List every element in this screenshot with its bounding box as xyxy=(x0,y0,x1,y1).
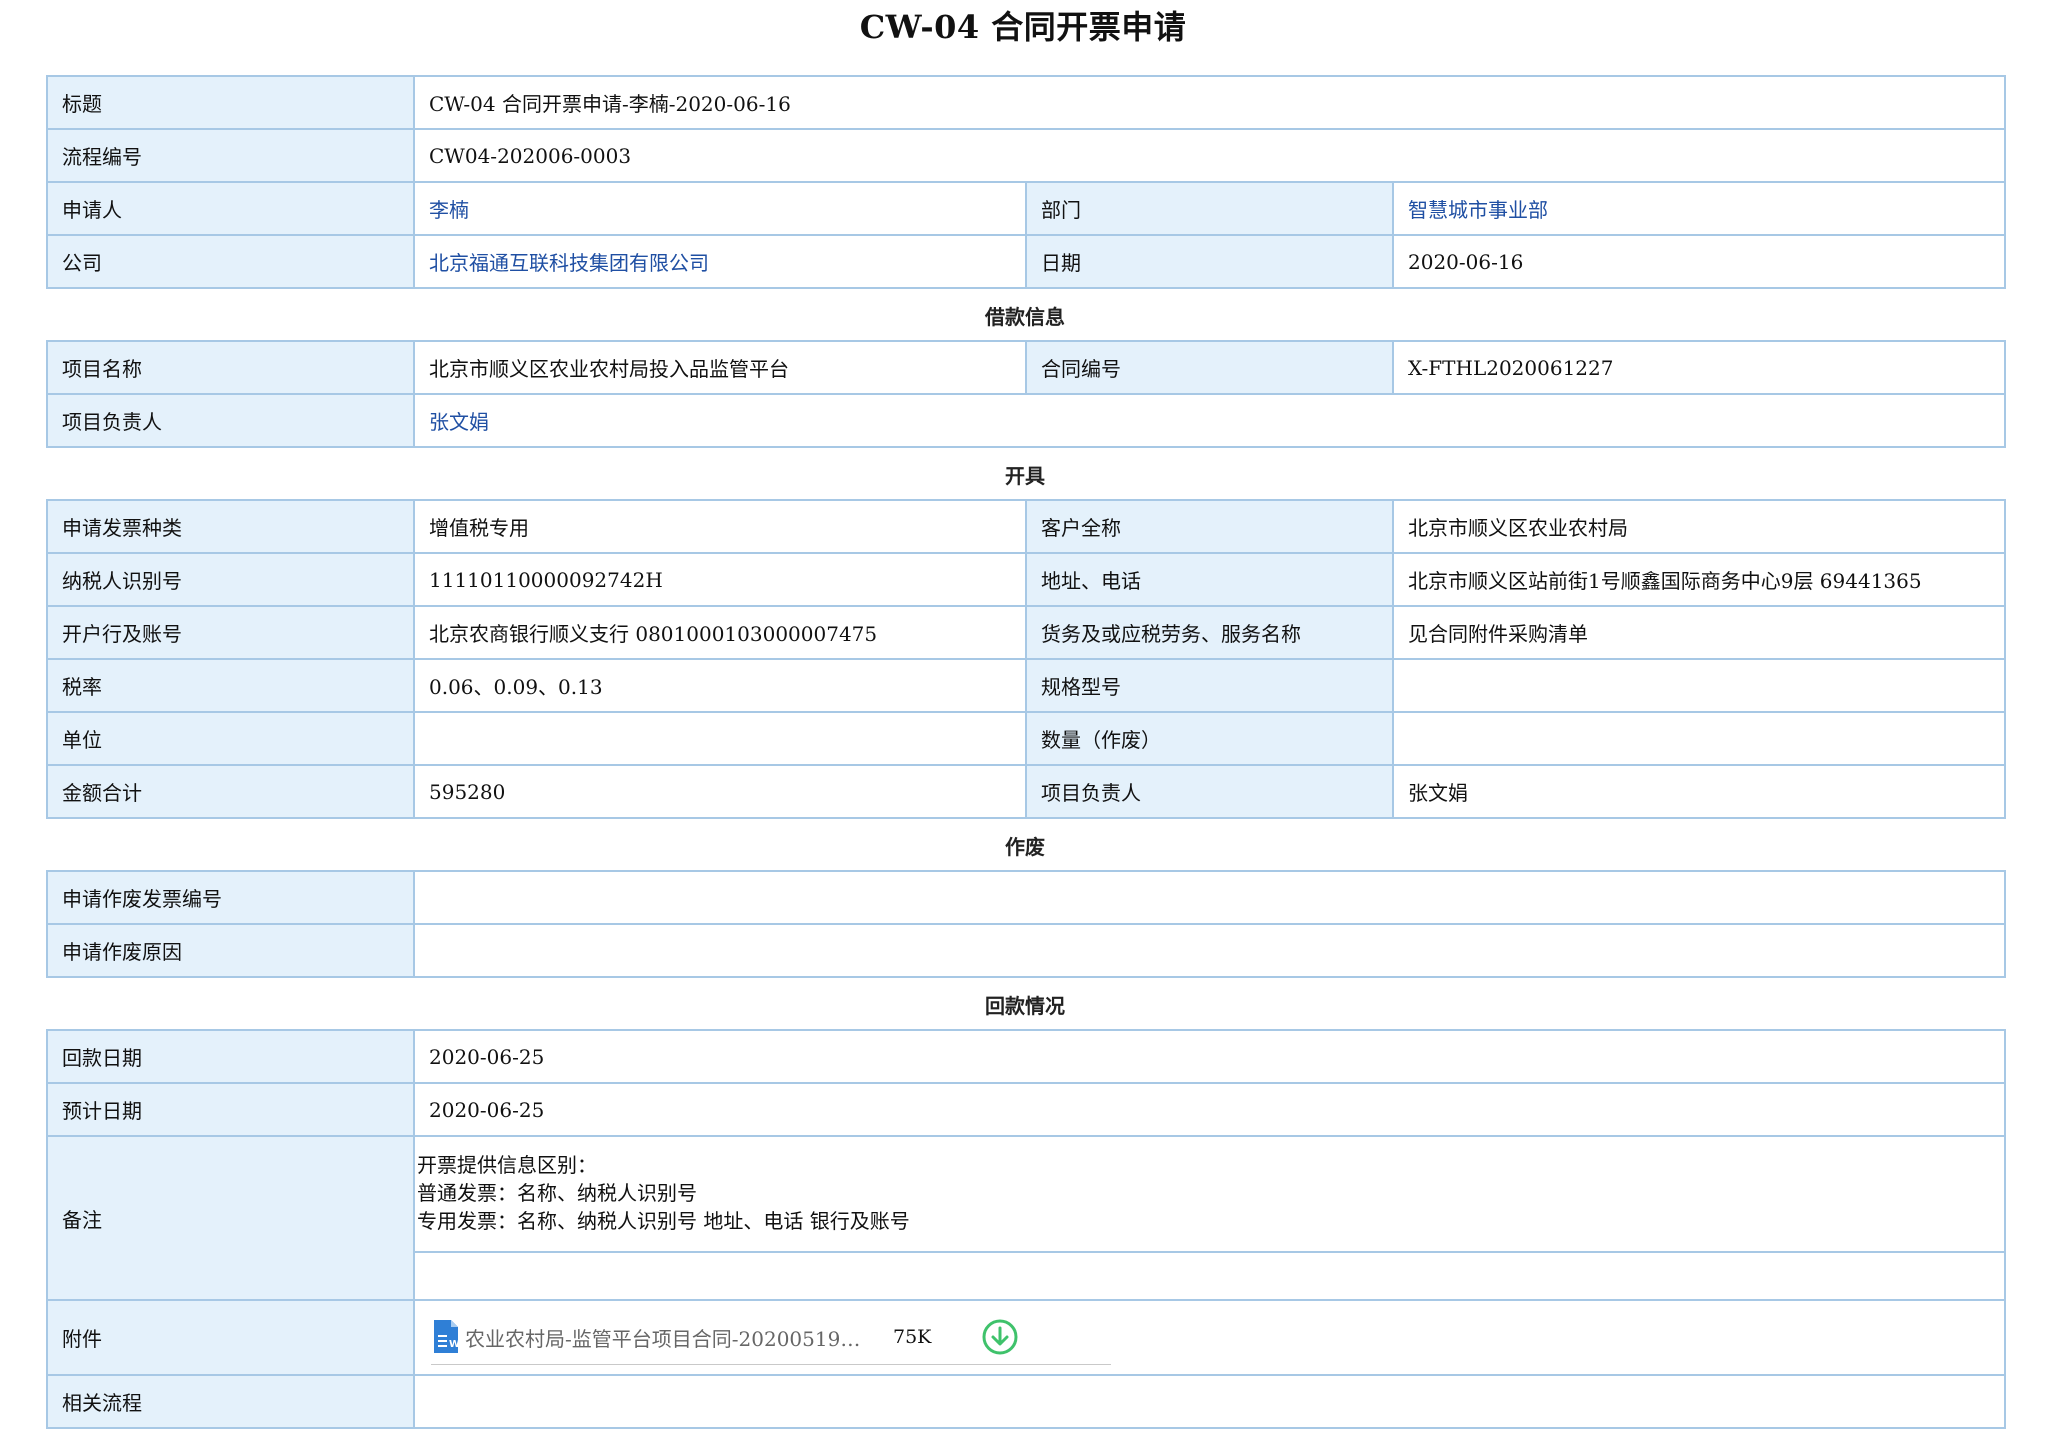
attachment-label: 附件 xyxy=(46,1299,415,1376)
spec-model-value xyxy=(1392,658,2006,713)
section-title-issue: 开具 xyxy=(1005,464,1045,488)
section-title-loan: 借款信息 xyxy=(985,305,1065,329)
svg-text:W: W xyxy=(449,1339,460,1350)
word-document-icon: W xyxy=(434,1320,460,1353)
project-owner-label: 项目负责人 xyxy=(46,393,415,448)
table-row: 项目负责人 张文娟 xyxy=(46,393,2006,448)
table-row: 相关流程 xyxy=(46,1374,2006,1429)
remark-line: 专用发票：名称、纳税人识别号 地址、电话 银行及账号 xyxy=(417,1209,910,1233)
flow-no-label: 流程编号 xyxy=(46,128,415,183)
section-title-void: 作废 xyxy=(1005,835,1045,859)
attachment-file-size: 75K xyxy=(893,1326,932,1348)
void-invoice-no-value xyxy=(413,870,2006,925)
date-label: 日期 xyxy=(1025,234,1394,289)
quantity-value xyxy=(1392,711,2006,766)
table-row: 回款日期 2020-06-25 xyxy=(46,1029,2006,1084)
page-title: CW-04 合同开票申请 xyxy=(859,8,1187,46)
void-invoice-no-label: 申请作废发票编号 xyxy=(46,870,415,925)
amount-total-value: 595280 xyxy=(413,764,1027,819)
company-label: 公司 xyxy=(46,234,415,289)
spec-model-label: 规格型号 xyxy=(1025,658,1394,713)
dept-label: 部门 xyxy=(1025,181,1394,236)
quantity-label: 数量（作废） xyxy=(1025,711,1394,766)
unit-value xyxy=(413,711,1027,766)
applicant-label: 申请人 xyxy=(46,181,415,236)
remark-line: 开票提供信息区别： xyxy=(417,1153,597,1177)
table-row: 金额合计 595280 项目负责人 张文娟 xyxy=(46,764,2006,819)
table-row: 纳税人识别号 11110110000092742H 地址、电话 北京市顺义区站前… xyxy=(46,552,2006,607)
goods-service-label: 货务及或应税劳务、服务名称 xyxy=(1025,605,1394,660)
table-row: 申请作废发票编号 xyxy=(46,870,2006,925)
remark-cell: 开票提供信息区别： 普通发票：名称、纳税人识别号 专用发票：名称、纳税人识别号 … xyxy=(413,1135,2006,1301)
project-owner-link[interactable]: 张文娟 xyxy=(429,410,489,434)
table-row: 单位 数量（作废） xyxy=(46,711,2006,766)
bank-account-value: 北京农商银行顺义支行 0801000103000007475 xyxy=(413,605,1027,660)
applicant-link[interactable]: 李楠 xyxy=(429,198,469,222)
contract-no-label: 合同编号 xyxy=(1025,340,1394,395)
issue-owner-value: 张文娟 xyxy=(1392,764,2006,819)
issue-table: 申请发票种类 增值税专用 客户全称 北京市顺义区农业农村局 纳税人识别号 111… xyxy=(46,499,2006,819)
table-row: 流程编号 CW04-202006-0003 xyxy=(46,128,2007,183)
unit-label: 单位 xyxy=(46,711,415,766)
client-name-label: 客户全称 xyxy=(1025,499,1394,554)
table-row: 公司 北京福通互联科技集团有限公司 日期 2020-06-16 xyxy=(46,234,2007,289)
basic-info-table: 标题 CW-04 合同开票申请-李楠-2020-06-16 流程编号 CW04-… xyxy=(46,75,2007,289)
table-row: 申请人 李楠 部门 智慧城市事业部 xyxy=(46,181,2007,236)
attachment-cell: W 农业农村局-监管平台项目合同-20200519-北... 75K xyxy=(413,1299,2006,1376)
payment-date-value: 2020-06-25 xyxy=(413,1029,2006,1084)
table-row: 申请作废原因 xyxy=(46,923,2006,978)
dept-link[interactable]: 智慧城市事业部 xyxy=(1408,198,1548,222)
address-phone-label: 地址、电话 xyxy=(1025,552,1394,607)
expected-date-label: 预计日期 xyxy=(46,1082,415,1137)
void-table: 申请作废发票编号 申请作废原因 xyxy=(46,870,2006,978)
remark-text: 开票提供信息区别： 普通发票：名称、纳税人识别号 专用发票：名称、纳税人识别号 … xyxy=(416,1138,2003,1253)
company-value: 北京福通互联科技集团有限公司 xyxy=(413,234,1027,289)
table-row: 税率 0.06、0.09、0.13 规格型号 xyxy=(46,658,2006,713)
payment-table: 回款日期 2020-06-25 预计日期 2020-06-25 备注 开票提供信… xyxy=(46,1029,2006,1429)
flow-no-value: CW04-202006-0003 xyxy=(412,128,2007,183)
related-flow-label: 相关流程 xyxy=(46,1374,415,1429)
attachment-file-name[interactable]: 农业农村局-监管平台项目合同-20200519-北... xyxy=(465,1323,865,1352)
table-row: 开户行及账号 北京农商银行顺义支行 0801000103000007475 货务… xyxy=(46,605,2006,660)
amount-total-label: 金额合计 xyxy=(46,764,415,819)
company-link[interactable]: 北京福通互联科技集团有限公司 xyxy=(429,251,709,275)
invoice-type-label: 申请发票种类 xyxy=(46,499,415,554)
attachment-item[interactable]: W 农业农村局-监管平台项目合同-20200519-北... 75K xyxy=(431,1310,1111,1365)
date-value: 2020-06-16 xyxy=(1391,234,2007,289)
remark-line: 普通发票：名称、纳税人识别号 xyxy=(417,1181,697,1205)
void-reason-value xyxy=(413,923,2006,978)
table-row: 标题 CW-04 合同开票申请-李楠-2020-06-16 xyxy=(46,75,2007,130)
project-name-label: 项目名称 xyxy=(46,340,415,395)
contract-no-value: X-FTHL2020061227 xyxy=(1392,340,2006,395)
table-row: 备注 开票提供信息区别： 普通发票：名称、纳税人识别号 专用发票：名称、纳税人识… xyxy=(46,1135,2006,1301)
tax-id-value: 11110110000092742H xyxy=(413,552,1027,607)
table-row: 附件 W 农业农村局-监管平台项目合同-20200519-北... 75K xyxy=(46,1299,2006,1376)
address-phone-value: 北京市顺义区站前街1号顺鑫国际商务中心9层 69441365 xyxy=(1392,552,2006,607)
issue-owner-label: 项目负责人 xyxy=(1025,764,1394,819)
tax-id-label: 纳税人识别号 xyxy=(46,552,415,607)
expected-date-value: 2020-06-25 xyxy=(413,1082,2006,1137)
title-value: CW-04 合同开票申请-李楠-2020-06-16 xyxy=(412,75,2007,130)
section-title-payment: 回款情况 xyxy=(985,994,1065,1018)
invoice-type-value: 增值税专用 xyxy=(413,499,1027,554)
title-label: 标题 xyxy=(46,75,415,130)
project-owner-value: 张文娟 xyxy=(413,393,2006,448)
project-name-value: 北京市顺义区农业农村局投入品监管平台 xyxy=(413,340,1027,395)
dept-value: 智慧城市事业部 xyxy=(1391,181,2007,236)
void-reason-label: 申请作废原因 xyxy=(46,923,415,978)
tax-rate-value: 0.06、0.09、0.13 xyxy=(413,658,1027,713)
goods-service-value: 见合同附件采购清单 xyxy=(1392,605,2006,660)
bank-account-label: 开户行及账号 xyxy=(46,605,415,660)
tax-rate-label: 税率 xyxy=(46,658,415,713)
table-row: 预计日期 2020-06-25 xyxy=(46,1082,2006,1137)
client-name-value: 北京市顺义区农业农村局 xyxy=(1392,499,2006,554)
table-row: 项目名称 北京市顺义区农业农村局投入品监管平台 合同编号 X-FTHL20200… xyxy=(46,340,2006,395)
table-row: 申请发票种类 增值税专用 客户全称 北京市顺义区农业农村局 xyxy=(46,499,2006,554)
payment-date-label: 回款日期 xyxy=(46,1029,415,1084)
loan-info-table: 项目名称 北京市顺义区农业农村局投入品监管平台 合同编号 X-FTHL20200… xyxy=(46,340,2006,448)
applicant-value: 李楠 xyxy=(413,181,1027,236)
remark-label: 备注 xyxy=(46,1135,415,1301)
related-flow-value xyxy=(413,1374,2006,1429)
download-icon[interactable] xyxy=(981,1318,1019,1356)
